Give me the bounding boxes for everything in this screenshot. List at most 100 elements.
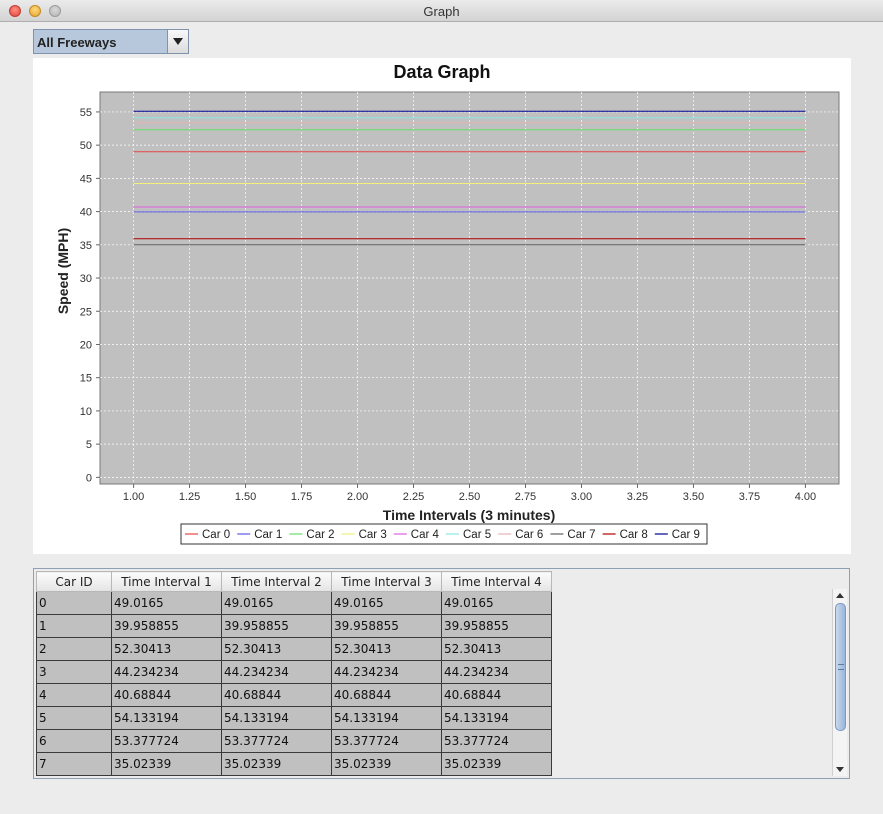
freeway-select[interactable]: All Freeways bbox=[33, 29, 189, 54]
y-tick-label: 40 bbox=[80, 207, 92, 219]
legend-label: Car 7 bbox=[567, 529, 595, 541]
speed-cell[interactable]: 53.377724 bbox=[221, 729, 332, 753]
table-row[interactable]: 3 44.234234 44.234234 44.234234 44.234234 bbox=[36, 660, 552, 684]
speed-cell[interactable]: 54.133194 bbox=[221, 706, 332, 730]
window-titlebar[interactable]: Graph bbox=[0, 0, 883, 22]
table-row[interactable]: 4 40.68844 40.68844 40.68844 40.68844 bbox=[36, 683, 552, 707]
column-header[interactable]: Car ID bbox=[36, 571, 112, 592]
speed-cell[interactable]: 39.958855 bbox=[441, 614, 552, 638]
speed-table: Car ID Time Interval 1 Time Interval 2 Time… bbox=[36, 571, 552, 776]
speed-cell[interactable]: 44.234234 bbox=[441, 660, 552, 684]
column-header[interactable]: Time Interval 1 bbox=[111, 571, 222, 592]
speed-cell[interactable]: 44.234234 bbox=[111, 660, 222, 684]
speed-cell[interactable]: 39.958855 bbox=[111, 614, 222, 638]
table-row[interactable]: 5 54.133194 54.133194 54.133194 54.133194 bbox=[36, 706, 552, 730]
legend-label: Car 0 bbox=[202, 529, 230, 541]
car-id-cell[interactable]: 3 bbox=[36, 660, 112, 684]
speed-cell[interactable] bbox=[221, 775, 332, 776]
scroll-thumb[interactable] bbox=[835, 603, 846, 731]
x-tick-label: 1.00 bbox=[123, 491, 144, 503]
y-tick-label: 30 bbox=[80, 273, 92, 285]
speed-cell[interactable]: 40.68844 bbox=[111, 683, 222, 707]
chart-legend: Car 0 Car 1 Car 2 Car 3 Car 4 Car 5 Car 6 Car 7… bbox=[180, 523, 708, 545]
chart-title: Data Graph bbox=[393, 62, 490, 82]
speed-table-panel[interactable]: Car ID Time Interval 1 Time Interval 2 Time… bbox=[33, 568, 850, 779]
car-id-cell[interactable] bbox=[36, 775, 112, 776]
speed-cell[interactable]: 53.377724 bbox=[111, 729, 222, 753]
table-row[interactable] bbox=[36, 775, 552, 776]
speed-cell[interactable]: 49.0165 bbox=[331, 591, 442, 615]
car-id-cell[interactable]: 2 bbox=[36, 637, 112, 661]
legend-label: Car 6 bbox=[515, 529, 543, 541]
speed-cell[interactable]: 39.958855 bbox=[221, 614, 332, 638]
speed-cell[interactable]: 39.958855 bbox=[331, 614, 442, 638]
x-tick-label: 2.50 bbox=[459, 491, 480, 503]
car-id-cell[interactable]: 7 bbox=[36, 752, 112, 776]
y-tick-label: 35 bbox=[80, 240, 92, 252]
table-vertical-scrollbar[interactable] bbox=[832, 589, 847, 776]
legend-label: Car 2 bbox=[306, 529, 334, 541]
speed-cell[interactable]: 44.234234 bbox=[221, 660, 332, 684]
scroll-up-arrow-icon[interactable] bbox=[833, 589, 848, 602]
speed-cell[interactable]: 54.133194 bbox=[111, 706, 222, 730]
y-tick-label: 50 bbox=[80, 140, 92, 152]
legend-label: Car 3 bbox=[359, 529, 387, 541]
speed-cell[interactable]: 35.02339 bbox=[331, 752, 442, 776]
speed-cell[interactable]: 40.68844 bbox=[331, 683, 442, 707]
table-row[interactable]: 0 49.0165 49.0165 49.0165 49.0165 bbox=[36, 591, 552, 615]
speed-cell[interactable]: 49.0165 bbox=[221, 591, 332, 615]
car-id-cell[interactable]: 4 bbox=[36, 683, 112, 707]
window-title: Graph bbox=[423, 4, 460, 19]
speed-cell[interactable]: 52.30413 bbox=[331, 637, 442, 661]
y-tick-label: 10 bbox=[80, 406, 92, 418]
table-row[interactable]: 6 53.377724 53.377724 53.377724 53.377724 bbox=[36, 729, 552, 753]
x-tick-label: 2.00 bbox=[347, 491, 368, 503]
scroll-down-arrow-icon[interactable] bbox=[833, 763, 848, 776]
x-tick-label: 2.25 bbox=[403, 491, 424, 503]
freeway-select-button[interactable] bbox=[167, 30, 188, 53]
car-id-cell[interactable]: 5 bbox=[36, 706, 112, 730]
legend-label: Car 8 bbox=[620, 529, 648, 541]
speed-cell[interactable] bbox=[331, 775, 442, 776]
legend-label: Car 1 bbox=[254, 529, 282, 541]
speed-cell[interactable]: 53.377724 bbox=[331, 729, 442, 753]
speed-cell[interactable]: 53.377724 bbox=[441, 729, 552, 753]
speed-cell[interactable]: 40.68844 bbox=[441, 683, 552, 707]
y-tick-label: 20 bbox=[80, 339, 92, 351]
table-row[interactable]: 7 35.02339 35.02339 35.02339 35.02339 bbox=[36, 752, 552, 776]
speed-cell[interactable] bbox=[441, 775, 552, 776]
speed-cell[interactable]: 52.30413 bbox=[441, 637, 552, 661]
y-tick-label: 5 bbox=[86, 439, 92, 451]
speed-cell[interactable]: 44.234234 bbox=[331, 660, 442, 684]
column-header[interactable]: Time Interval 2 bbox=[221, 571, 332, 592]
speed-cell[interactable]: 54.133194 bbox=[441, 706, 552, 730]
car-id-cell[interactable]: 6 bbox=[36, 729, 112, 753]
car-id-cell[interactable]: 1 bbox=[36, 614, 112, 638]
speed-cell[interactable]: 35.02339 bbox=[221, 752, 332, 776]
car-id-cell[interactable]: 0 bbox=[36, 591, 112, 615]
speed-cell[interactable]: 49.0165 bbox=[111, 591, 222, 615]
chart-panel: Data Graph Time Intervals (3 minutes) Sp… bbox=[33, 58, 851, 554]
x-axis-label: Time Intervals (3 minutes) bbox=[383, 507, 555, 523]
speed-cell[interactable]: 35.02339 bbox=[441, 752, 552, 776]
x-tick-label: 3.25 bbox=[627, 491, 648, 503]
speed-cell[interactable]: 35.02339 bbox=[111, 752, 222, 776]
chevron-down-icon bbox=[173, 38, 183, 45]
y-tick-label: 0 bbox=[86, 472, 92, 484]
line-chart: Data Graph Time Intervals (3 minutes) Sp… bbox=[55, 62, 840, 545]
y-axis-label: Speed (MPH) bbox=[55, 228, 71, 314]
x-tick-label: 4.00 bbox=[795, 491, 816, 503]
grip-icon bbox=[838, 664, 844, 670]
column-header[interactable]: Time Interval 3 bbox=[331, 571, 442, 592]
speed-table-viewport[interactable]: Car ID Time Interval 1 Time Interval 2 Time… bbox=[36, 571, 831, 776]
table-row[interactable]: 1 39.958855 39.958855 39.958855 39.958855 bbox=[36, 614, 552, 638]
speed-cell[interactable]: 40.68844 bbox=[221, 683, 332, 707]
speed-cell[interactable]: 49.0165 bbox=[441, 591, 552, 615]
speed-cell[interactable]: 52.30413 bbox=[221, 637, 332, 661]
speed-cell[interactable]: 52.30413 bbox=[111, 637, 222, 661]
table-row[interactable]: 2 52.30413 52.30413 52.30413 52.30413 bbox=[36, 637, 552, 661]
speed-cell[interactable]: 54.133194 bbox=[331, 706, 442, 730]
y-tick-label: 25 bbox=[80, 306, 92, 318]
speed-cell[interactable] bbox=[111, 775, 222, 776]
column-header[interactable]: Time Interval 4 bbox=[441, 571, 552, 592]
